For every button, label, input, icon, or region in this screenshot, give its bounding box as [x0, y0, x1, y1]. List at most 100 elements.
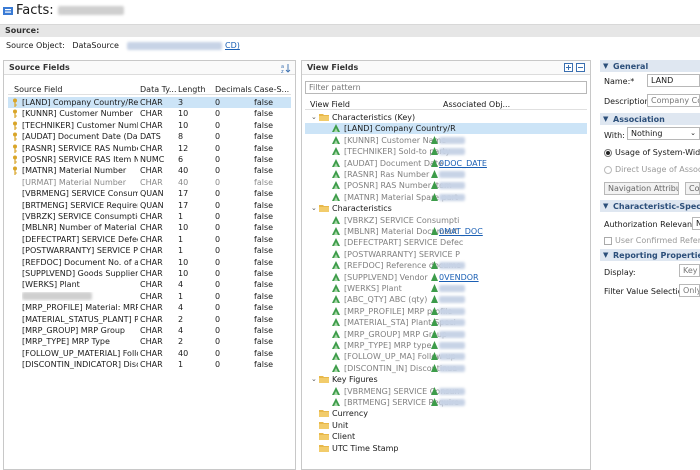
source-field-row[interactable]: [MRP_GROUP] MRP Group CHAR 4 0 false: [8, 325, 291, 336]
tree-folder[interactable]: ⌄ Characteristics (Key): [305, 112, 587, 123]
associated-object-link[interactable]: [439, 295, 465, 304]
tree-field[interactable]: [MBLNR] Material Document 0MAT_DOC: [305, 226, 587, 237]
source-field-row[interactable]: [KUNNR] Customer Number CHAR 10 0 false: [8, 108, 291, 119]
tree-field[interactable]: [LAND] Company Country/R: [305, 123, 587, 135]
source-field-row[interactable]: [DISCONTIN_INDICATOR] Discon CHAR 1 0 false: [8, 359, 291, 370]
source-field-row[interactable]: [BRTMENG] SERVICE RequiremenQUAN 17 0 false: [8, 200, 291, 211]
associated-object-link[interactable]: [439, 181, 465, 190]
source-field-row[interactable]: [VBRZK] SERVICE Consumption SCHAR 1 0 false: [8, 211, 291, 222]
tree-field[interactable]: [RASNR] Ras Number: [305, 169, 587, 180]
tree-folder[interactable]: Currency: [305, 408, 587, 419]
source-field-row[interactable]: [AUDAT] Document Date (Date RDATS 8 0 false: [8, 131, 291, 142]
source-field-row[interactable]: [REFDOC] Document No. of a RefCHAR 10 0 fal…: [8, 257, 291, 268]
tree-field[interactable]: [MRP_GROUP] MRP Group: [305, 329, 587, 340]
source-object-link[interactable]: CD): [225, 41, 240, 50]
source-field-row[interactable]: [VBRMENG] SERVICE ConsumpticQUAN 17 0 false: [8, 188, 291, 199]
section-characteristic-specific[interactable]: ▼ Characteristic-Specific P: [600, 200, 700, 212]
source-field-row[interactable]: [MRP_PROFILE] Material: MRP prCHAR 4 0 fals…: [8, 302, 291, 313]
filter-value-select[interactable]: Only: [679, 284, 700, 297]
tree-field[interactable]: [ABC_QTY] ABC (qty): [305, 294, 587, 305]
tree-field[interactable]: [BRTMENG] SERVICE Require: [305, 397, 587, 408]
description-input[interactable]: Company Co: [647, 94, 700, 107]
tree-field[interactable]: [MATERIAL_STA] Plant-Speci: [305, 317, 587, 328]
associated-object-link[interactable]: [439, 398, 465, 407]
associated-object-link[interactable]: [439, 147, 465, 156]
source-field-row[interactable]: [LAND] Company Country/Regio CHAR 3 0 false: [8, 97, 291, 108]
source-field-row[interactable]: [MATERIAL_STATUS_PLANT] Plar CHAR 2 0 false: [8, 314, 291, 325]
name-input[interactable]: LAND: [647, 74, 700, 87]
associated-object-link[interactable]: [439, 136, 465, 145]
tree-field[interactable]: [KUNNR] Customer Name: [305, 135, 587, 146]
col-view-field[interactable]: View Field: [310, 100, 350, 109]
source-field-row[interactable]: [POSNR] SERVICE RAS Item NumNUMC 6 0 false: [8, 154, 291, 165]
tree-field[interactable]: [DISCONTIN_IN] Discontinua: [305, 363, 587, 374]
tree-field[interactable]: [AUDAT] Document Date 0DOC_DATE: [305, 158, 587, 169]
tree-field[interactable]: [REFDOC] Reference docume: [305, 260, 587, 271]
associated-object-link[interactable]: 0DOC_DATE: [439, 159, 487, 168]
tree-field[interactable]: [FOLLOW_UP_MA] Follow-up: [305, 351, 587, 362]
section-general[interactable]: ▼ General: [600, 60, 700, 72]
associated-object-link[interactable]: [439, 330, 465, 339]
tree-field[interactable]: [VBRKZ] SERVICE Consumpti: [305, 215, 587, 226]
tree-field[interactable]: [SUPPLVEND] Vendor 0VENDOR: [305, 272, 587, 283]
source-field-row[interactable]: CHAR 1 0 false: [8, 291, 291, 302]
authorization-select[interactable]: N: [692, 217, 700, 230]
associated-object-link[interactable]: [439, 193, 465, 202]
usage-system-radio[interactable]: [604, 149, 612, 157]
associated-object-link[interactable]: [439, 387, 465, 396]
tree-field[interactable]: [TECHNIKER] Sold-to party: [305, 146, 587, 157]
tree-field[interactable]: [WERKS] Plant: [305, 283, 587, 294]
source-field-row[interactable]: [WERKS] Plant CHAR 4 0 false: [8, 279, 291, 290]
tree-field[interactable]: [DEFECTPART] SERVICE Defec: [305, 237, 587, 248]
collapse-all-icon[interactable]: [576, 63, 585, 72]
associated-object-link[interactable]: 0VENDOR: [439, 273, 479, 282]
navigation-attributes-button[interactable]: Navigation Attributes: [604, 182, 679, 195]
expand-all-icon[interactable]: [564, 63, 573, 72]
source-field-row[interactable]: [TECHNIKER] Customer Number CHAR 10 0 false: [8, 120, 291, 131]
tree-folder[interactable]: UTC Time Stamp: [305, 443, 587, 454]
tree-field[interactable]: [MRP_TYPE] MRP type: [305, 340, 587, 351]
col-data-type[interactable]: Data Ty...: [140, 85, 177, 94]
chevron-down-icon[interactable]: ⌄: [311, 113, 317, 121]
tree-field[interactable]: [MATNR] Material Spare part: [305, 192, 587, 203]
chevron-down-icon[interactable]: ⌄: [311, 375, 317, 383]
tree-folder[interactable]: Client: [305, 431, 587, 442]
source-field-row[interactable]: [POSTWARRANTY] SERVICE Post CHAR 1 0 false: [8, 245, 291, 256]
associated-object-link[interactable]: [439, 318, 465, 327]
section-reporting[interactable]: ▼ Reporting Properties: [600, 249, 700, 261]
tree-field[interactable]: [POSTWARRANTY] SERVICE P: [305, 249, 587, 260]
source-field-row[interactable]: [MRP_TYPE] MRP Type CHAR 2 0 false: [8, 336, 291, 347]
display-select[interactable]: Key: [679, 264, 700, 277]
associated-object-link[interactable]: [439, 261, 465, 270]
direct-usage-radio[interactable]: [604, 166, 612, 174]
source-field-row[interactable]: [FOLLOW_UP_MATERIAL] Follow CHAR 40 0 false: [8, 348, 291, 359]
tree-field[interactable]: [POSNR] RAS Number Item: [305, 180, 587, 191]
filter-pattern-input[interactable]: Filter pattern: [305, 81, 587, 94]
tree-field[interactable]: [MRP_PROFILE] MRP profile: [305, 306, 587, 317]
associated-object-link[interactable]: [439, 341, 465, 350]
associated-object-link[interactable]: [439, 364, 465, 373]
co-button[interactable]: Co: [685, 182, 700, 195]
col-length[interactable]: Length: [178, 85, 206, 94]
section-association[interactable]: ▼ Association: [600, 113, 700, 125]
source-field-row[interactable]: [RASNR] SERVICE RAS Number CHAR 12 0 false: [8, 143, 291, 154]
source-object-link-blur[interactable]: [127, 41, 223, 50]
tree-folder[interactable]: ⌄ Characteristics: [305, 203, 587, 214]
col-decimals[interactable]: Decimals: [215, 85, 252, 94]
source-field-row[interactable]: [MATNR] Material Number CHAR 40 0 false: [8, 165, 291, 176]
associated-object-link[interactable]: 0MAT_DOC: [439, 227, 483, 236]
source-field-row[interactable]: [SUPPLVEND] Goods Supplier CHAR 10 0 false: [8, 268, 291, 279]
sort-icon[interactable]: az: [281, 63, 291, 73]
tree-field[interactable]: [VBRMENG] SERVICE Consun: [305, 386, 587, 397]
user-confirmed-checkbox[interactable]: [604, 237, 612, 245]
associated-object-link[interactable]: [439, 307, 465, 316]
source-field-row[interactable]: [MBLNR] Number of Material Do CHAR 10 0 fals…: [8, 222, 291, 233]
associated-object-link[interactable]: [439, 352, 465, 361]
source-field-row[interactable]: [URMAT] Material Number CHAR 40 0 false: [8, 177, 291, 188]
chevron-down-icon[interactable]: ⌄: [311, 204, 317, 212]
associated-object-link[interactable]: [439, 170, 465, 179]
tree-folder[interactable]: ⌄ Key Figures: [305, 374, 587, 385]
associated-object-link[interactable]: [439, 284, 465, 293]
tree-folder[interactable]: Unit: [305, 420, 587, 431]
with-select[interactable]: Nothing ⌄: [627, 127, 700, 140]
